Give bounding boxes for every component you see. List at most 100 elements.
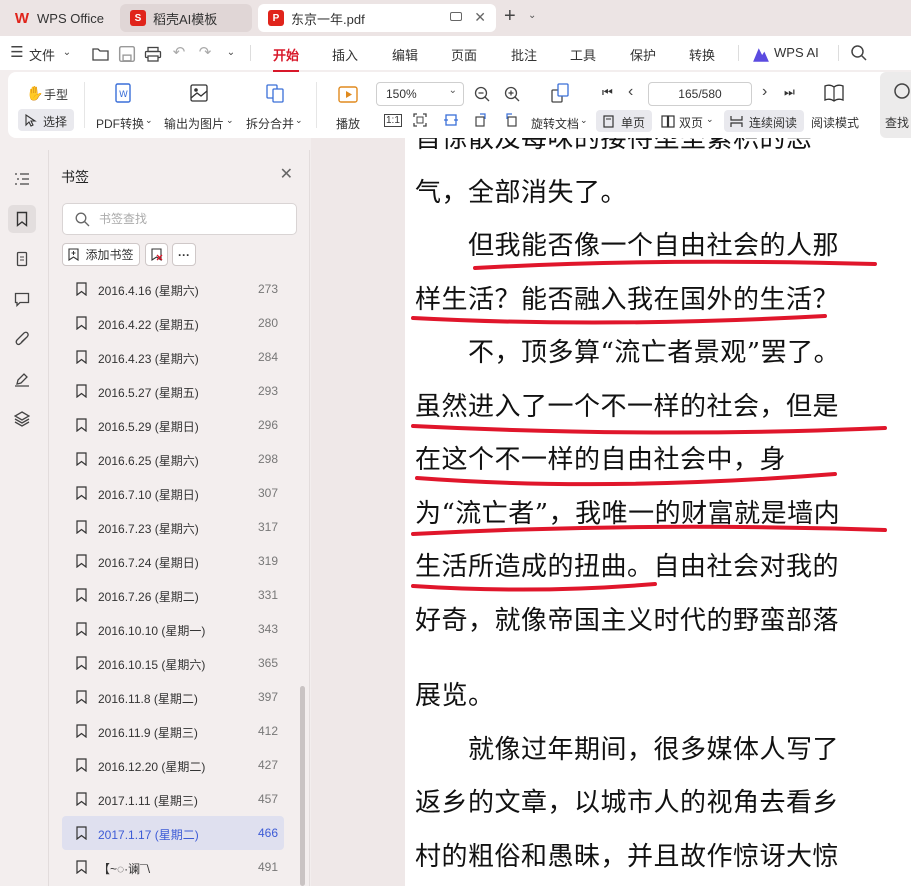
thumbnail-icon[interactable]: [8, 245, 36, 273]
wps-logo-icon: W: [14, 9, 30, 27]
rotate-right-icon[interactable]: [504, 113, 518, 127]
more-options-button[interactable]: ···: [172, 243, 196, 266]
single-page-icon: [603, 115, 614, 128]
read-mode-button[interactable]: 阅读模式: [811, 114, 859, 131]
pdf-convert-button[interactable]: PDF转换: [96, 115, 144, 132]
bookmark-item[interactable]: 2016.10.15 (星期六) 365: [62, 646, 284, 680]
bookmark-item[interactable]: 2016.4.22 (星期五) 280: [62, 306, 284, 340]
delete-bookmark-button[interactable]: [145, 243, 168, 266]
menu-item-annotate[interactable]: 批注: [511, 45, 537, 64]
find-button[interactable]: 查找: [880, 72, 911, 138]
chevron-down-icon[interactable]: ⌄: [222, 44, 240, 62]
fit-page-icon[interactable]: [413, 113, 427, 127]
window-icon[interactable]: [450, 12, 462, 21]
bookmark-item[interactable]: 2017.1.17 (星期二) 466: [62, 816, 284, 850]
next-page-icon[interactable]: ›: [762, 83, 767, 101]
bookmark-panel-icon[interactable]: [8, 205, 36, 233]
bookmark-item[interactable]: 2016.7.23 (星期六) 317: [62, 510, 284, 544]
layers-icon[interactable]: [8, 405, 36, 433]
bookmark-item[interactable]: 2016.6.25 (星期六) 298: [62, 442, 284, 476]
zoom-out-icon[interactable]: [474, 86, 490, 102]
svg-text:W: W: [119, 90, 128, 100]
zoom-select[interactable]: 150% ⌄: [376, 82, 464, 106]
bookmark-label: 2016.11.8 (星期二): [98, 692, 198, 706]
document-view[interactable]: 旨惊散及每味的接待型垒紧积的恶 气，全部消失了。 但我能否像一个自由社会的人那 样生…: [311, 138, 911, 886]
last-page-icon[interactable]: ⏭: [784, 85, 795, 100]
search-icon[interactable]: [850, 44, 868, 62]
first-page-icon[interactable]: ⏮: [602, 85, 613, 100]
comment-icon[interactable]: [8, 285, 36, 313]
document-text-line: 但我能否像一个自由社会的人那: [415, 231, 840, 261]
bookmark-search-input[interactable]: [99, 210, 279, 228]
menu-item-insert[interactable]: 插入: [332, 45, 358, 64]
menu-item-page[interactable]: 页面: [451, 45, 477, 64]
print-icon[interactable]: [144, 45, 162, 63]
zoom-in-icon[interactable]: [504, 86, 520, 102]
tab-label: 东京一年.pdf: [291, 11, 365, 27]
chevron-down-icon[interactable]: ⌄: [145, 115, 153, 126]
fit-width-icon[interactable]: [444, 113, 458, 127]
bookmark-item[interactable]: 2016.12.20 (星期二) 427: [62, 748, 284, 782]
pdf-icon: P: [268, 10, 284, 26]
menu-item-protect[interactable]: 保护: [630, 45, 656, 64]
chevron-down-icon[interactable]: ⌄: [706, 114, 714, 125]
chevron-down-icon[interactable]: ⌄: [226, 115, 234, 126]
close-icon[interactable]: ✕: [280, 164, 293, 184]
bookmark-icon: [76, 588, 87, 602]
bookmark-item[interactable]: 2016.7.24 (星期日) 319: [62, 544, 284, 578]
hamburger-menu-icon[interactable]: ☰: [8, 44, 26, 62]
bookmark-search-box[interactable]: [62, 203, 297, 235]
prev-page-icon[interactable]: ‹: [628, 83, 633, 101]
bookmark-item[interactable]: 2016.7.26 (星期二) 331: [62, 578, 284, 612]
open-folder-icon[interactable]: [92, 45, 110, 63]
bookmark-item[interactable]: 2016.11.8 (星期二) 397: [62, 680, 284, 714]
menu-item-convert[interactable]: 转换: [689, 45, 715, 64]
bookmark-item[interactable]: 2016.5.29 (星期日) 296: [62, 408, 284, 442]
bookmark-item[interactable]: 2016.7.10 (星期日) 307: [62, 476, 284, 510]
chevron-down-icon[interactable]: ⌄: [528, 10, 536, 21]
hand-tool-label[interactable]: 手型: [44, 86, 68, 103]
export-image-button[interactable]: 输出为图片: [164, 115, 224, 132]
bookmark-item[interactable]: 2016.10.10 (星期一) 343: [62, 612, 284, 646]
document-text-line: 村的粗俗和愚昧，并且故作惊讶大惊: [415, 841, 840, 872]
rotate-document-button[interactable]: 旋转文档: [531, 115, 579, 132]
chevron-down-icon[interactable]: ⌄: [580, 115, 588, 126]
undo-icon[interactable]: ↶: [170, 44, 188, 62]
bookmark-icon: [76, 758, 87, 772]
bookmark-item[interactable]: 2016.4.23 (星期六) 284: [62, 340, 284, 374]
play-button[interactable]: 播放: [336, 115, 360, 132]
tab-daoke-templates[interactable]: S 稻壳AI模板: [120, 4, 252, 32]
bookmark-item[interactable]: 2016.4.16 (星期六) 273: [62, 272, 284, 306]
add-bookmark-button[interactable]: 添加书签: [62, 243, 140, 266]
wps-ai-button[interactable]: WPS AI: [774, 45, 819, 60]
new-tab-plus-icon[interactable]: +: [504, 6, 516, 26]
menu-file[interactable]: 文件: [29, 45, 55, 64]
signature-pen-icon[interactable]: [8, 365, 36, 393]
tab-label: WPS Office: [37, 10, 104, 26]
menu-item-tools[interactable]: 工具: [570, 45, 596, 64]
chevron-down-icon[interactable]: ⌄: [295, 115, 303, 126]
scrollbar[interactable]: [300, 686, 305, 886]
bookmark-item[interactable]: 【~◌·谰¯\ 491: [62, 850, 284, 884]
rotate-left-icon[interactable]: [474, 113, 488, 127]
redo-icon[interactable]: ↷: [196, 44, 214, 62]
bookmark-icon: [76, 724, 87, 738]
save-icon[interactable]: [118, 45, 136, 63]
tab-wps-office[interactable]: W WPS Office: [4, 4, 112, 32]
bookmark-item[interactable]: 2016.5.27 (星期五) 293: [62, 374, 284, 408]
tab-pdf-document[interactable]: P 东京一年.pdf ✕: [258, 4, 496, 32]
menu-item-start[interactable]: 开始: [273, 45, 300, 72]
tab-label: 稻壳AI模板: [153, 11, 218, 27]
bookmark-label: 2016.7.23 (星期六): [98, 522, 199, 536]
chevron-down-icon[interactable]: ⌄: [58, 44, 76, 62]
page-number-input[interactable]: 165/580: [648, 82, 752, 106]
menu-item-edit[interactable]: 编辑: [392, 45, 418, 64]
attachment-icon[interactable]: [8, 325, 36, 353]
outline-icon[interactable]: [8, 165, 36, 193]
actual-size-icon[interactable]: 1:1: [384, 114, 402, 127]
double-page-button[interactable]: 双页: [679, 114, 703, 131]
close-tab-icon[interactable]: ✕: [474, 9, 486, 26]
bookmark-item[interactable]: 2016.11.9 (星期三) 412: [62, 714, 284, 748]
split-merge-button[interactable]: 拆分合并: [246, 115, 294, 132]
bookmark-item[interactable]: 2017.1.11 (星期三) 457: [62, 782, 284, 816]
